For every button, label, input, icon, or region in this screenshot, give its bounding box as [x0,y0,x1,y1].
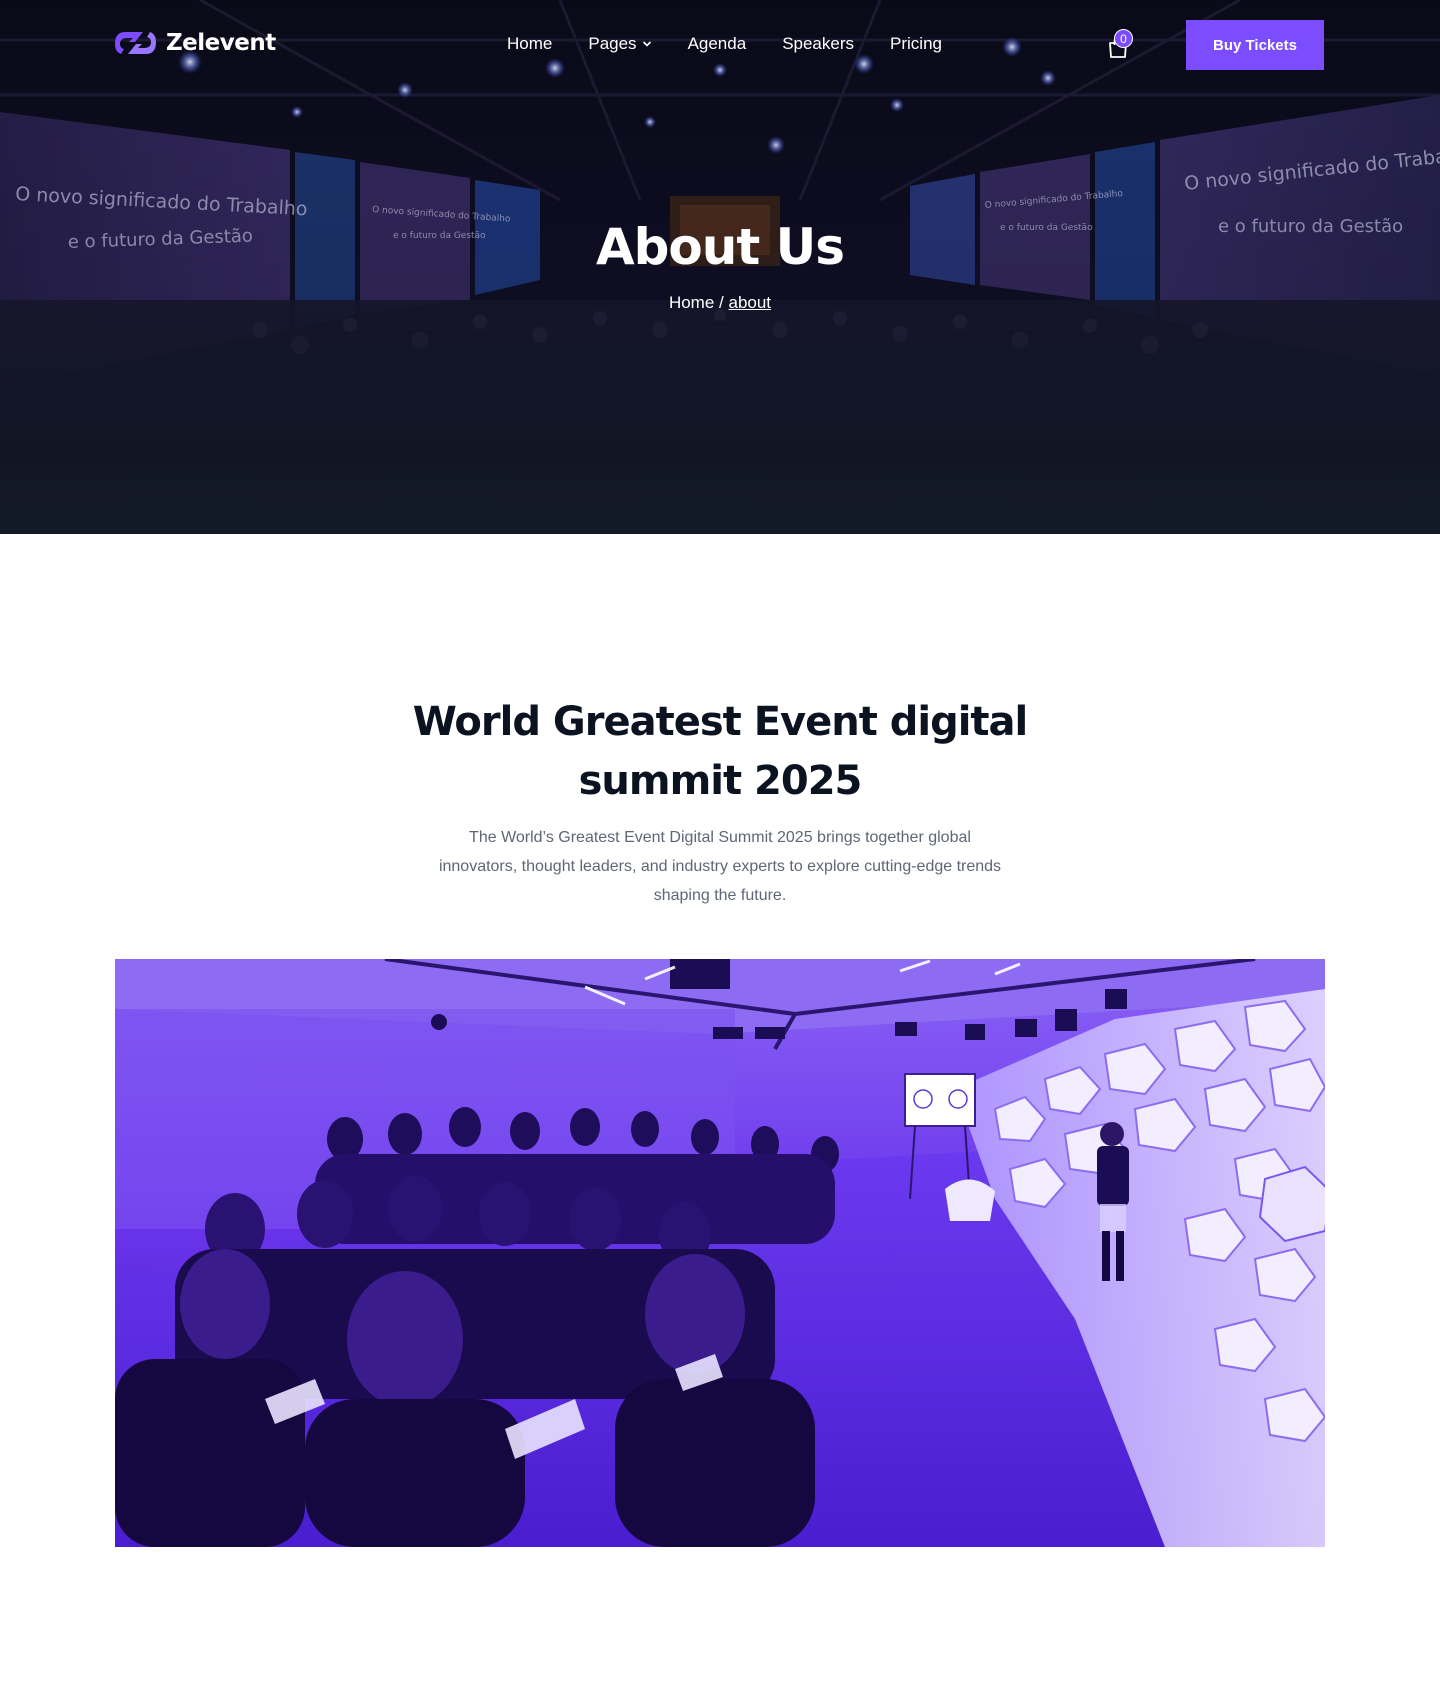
breadcrumb-separator: / [714,293,729,312]
nav-item-agenda[interactable]: Agenda [688,34,747,54]
nav-item-pricing[interactable]: Pricing [890,34,942,54]
nav-item-pages-label: Pages [588,34,637,53]
event-photo-illustration [115,959,1325,1547]
chevron-down-icon [642,41,651,47]
page-title: About Us [595,218,845,276]
nav-item-speakers[interactable]: Speakers [782,34,854,54]
breadcrumb-home-link[interactable]: Home [669,293,714,312]
brand-logo[interactable]: Zelevent [115,30,276,56]
page-hero: O novo significado do Trabalho e o futur… [0,0,1440,534]
event-photo [115,959,1325,1547]
main-navigation: Zelevent Home Pages Agenda Speakers Pric… [0,0,1440,92]
breadcrumb-current[interactable]: about [728,293,771,312]
logo-mark-icon [115,32,156,54]
buy-tickets-button[interactable]: Buy Tickets [1186,20,1324,70]
nav-item-pages[interactable]: Pages [588,34,651,54]
nav-item-home[interactable]: Home [507,34,552,54]
cart-count-badge: 0 [1114,29,1133,48]
nav-menu: Home Pages Agenda Speakers Pricing [507,34,942,54]
brand-name: Zelevent [166,30,276,56]
breadcrumb: Home / about [0,293,1440,313]
section-title: World Greatest Event digital summit 2025 [412,699,1029,804]
section-description: The World’s Greatest Event Digital Summi… [438,829,1002,904]
